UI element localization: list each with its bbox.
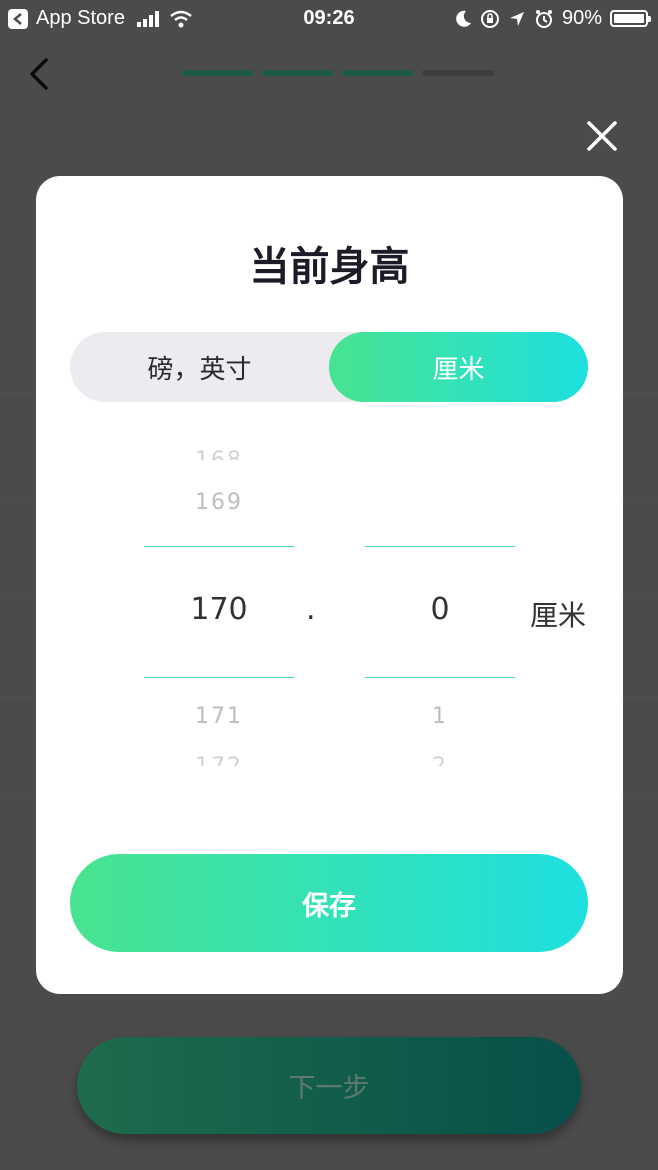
location-icon <box>509 11 524 26</box>
picker-item: 168 <box>144 448 294 460</box>
next-step-button[interactable]: 下一步 <box>77 1037 581 1134</box>
picker-selection-line <box>365 546 515 547</box>
alarm-icon <box>535 9 552 28</box>
picker-item: 1 <box>432 704 448 729</box>
battery-icon <box>610 10 651 27</box>
unit-toggle: 磅，英寸 厘米 <box>70 332 588 402</box>
progress-step <box>262 70 334 76</box>
decimal-picker[interactable]: 0 1 2 <box>365 448 515 768</box>
picker-selection-line <box>144 677 294 678</box>
unit-option-metric[interactable]: 厘米 <box>329 332 588 402</box>
picker-selected-value: 170 <box>190 592 248 627</box>
battery-percent: 90% <box>561 7 602 29</box>
modal-title: 当前身高 <box>249 244 410 290</box>
save-button[interactable]: 保存 <box>70 854 588 952</box>
height-modal: 当前身高 磅，英寸 厘米 168 169 170 171 172 . 0 1 2… <box>36 176 623 994</box>
rotation-lock-icon <box>480 9 499 28</box>
picker-item: 172 <box>144 754 294 766</box>
step-progress <box>182 70 494 76</box>
status-bar: App Store 09:26 90% <box>0 0 658 38</box>
integer-picker[interactable]: 168 169 170 171 172 <box>144 448 294 768</box>
unit-option-imperial[interactable]: 磅，英寸 <box>70 332 329 402</box>
close-icon[interactable] <box>582 116 622 156</box>
back-arrow-icon[interactable] <box>22 54 58 94</box>
progress-step <box>422 70 494 76</box>
picker-selection-line <box>144 546 294 547</box>
progress-step <box>182 70 254 76</box>
picker-item: 169 <box>195 490 243 515</box>
picker-selection-line <box>365 677 515 678</box>
picker-item: 171 <box>195 704 243 729</box>
picker-selected-value: 0 <box>430 592 450 627</box>
picker-item: 2 <box>365 754 515 766</box>
unit-label: 厘米 <box>530 599 587 632</box>
decimal-separator: . <box>306 592 316 627</box>
progress-step <box>342 70 414 76</box>
moon-icon <box>456 10 471 27</box>
